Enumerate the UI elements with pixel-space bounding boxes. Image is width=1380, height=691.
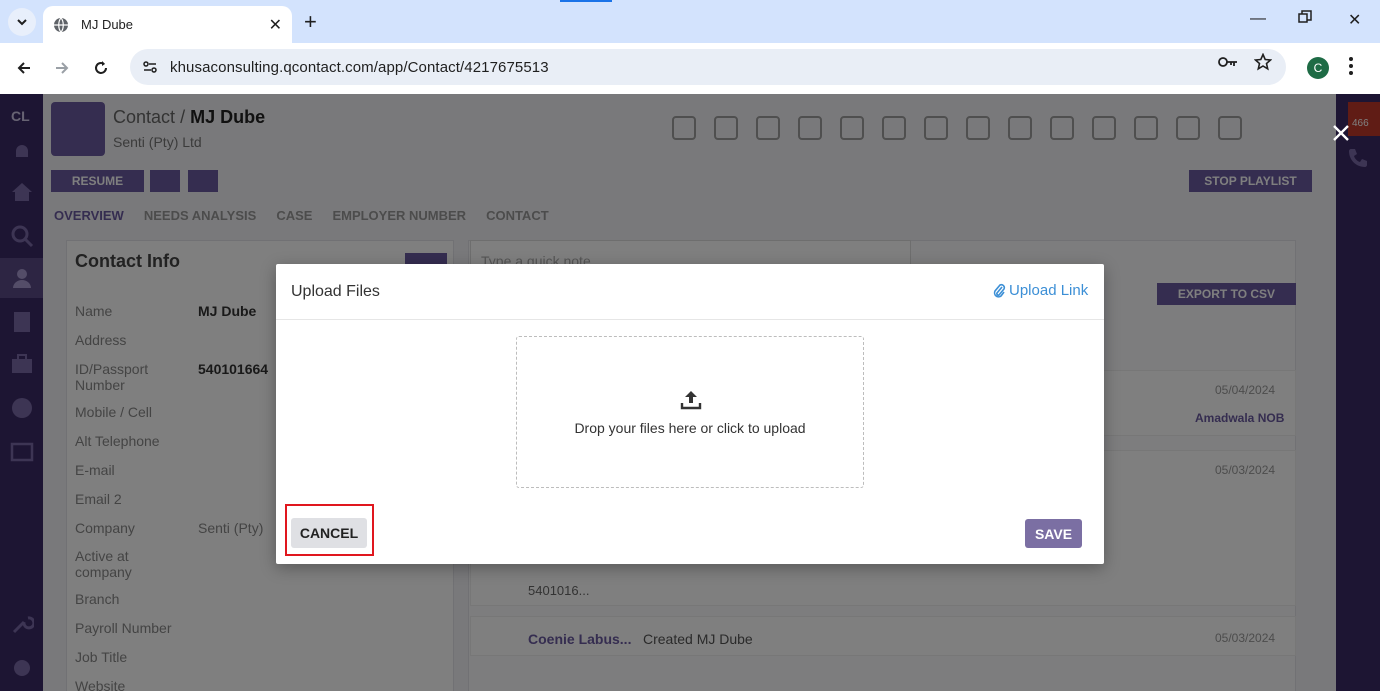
reload-icon (95, 61, 107, 74)
upload-link-label: Upload Link (1009, 282, 1089, 299)
upload-link[interactable]: Upload Link (992, 282, 1088, 299)
upload-icon (680, 391, 702, 410)
minimize-button[interactable]: — (1250, 10, 1266, 28)
close-icon[interactable] (1332, 124, 1350, 142)
restore-icon (1298, 10, 1312, 23)
browser-tab[interactable]: MJ Dube ✕ (43, 6, 292, 43)
forward-button[interactable] (51, 57, 73, 79)
restore-button[interactable] (1298, 10, 1312, 29)
paperclip-icon (993, 283, 1006, 298)
dialog-title: Upload Files (291, 283, 380, 300)
dialog-header: Upload Files Upload Link (276, 264, 1104, 320)
site-info-icon[interactable] (140, 57, 160, 77)
dropzone-text: Drop your files here or click to upload (574, 420, 806, 436)
arrow-right-icon (56, 62, 69, 74)
reload-button[interactable] (90, 57, 112, 79)
window-close-button[interactable]: ✕ (1348, 10, 1361, 30)
tab-title: MJ Dube (81, 17, 134, 32)
upload-files-dialog: Upload Files Upload Link Drop your files… (276, 264, 1104, 564)
password-key-icon[interactable] (1218, 52, 1238, 72)
browser-toolbar: khusaconsulting.qcontact.com/app/Contact… (0, 43, 1380, 94)
browser-tab-bar: MJ Dube ✕ + — ✕ (0, 0, 1380, 43)
back-button[interactable] (13, 57, 35, 79)
cancel-button[interactable]: CANCEL (291, 518, 367, 548)
address-bar[interactable]: khusaconsulting.qcontact.com/app/Contact… (130, 49, 1286, 85)
file-dropzone[interactable]: Drop your files here or click to upload (516, 336, 864, 488)
globe-icon (54, 17, 68, 32)
save-button[interactable]: SAVE (1025, 519, 1082, 548)
arrow-left-icon (17, 62, 30, 74)
tab-search-button[interactable] (8, 8, 36, 36)
profile-avatar[interactable]: C (1307, 57, 1329, 79)
browser-menu-icon[interactable] (1348, 56, 1354, 81)
new-tab-button[interactable]: + (304, 9, 317, 35)
bookmark-star-icon[interactable] (1253, 52, 1273, 72)
chevron-down-icon (17, 19, 27, 26)
url-text: khusaconsulting.qcontact.com/app/Contact… (170, 58, 549, 76)
loading-indicator (560, 0, 612, 2)
tab-close-icon[interactable]: ✕ (269, 15, 282, 35)
